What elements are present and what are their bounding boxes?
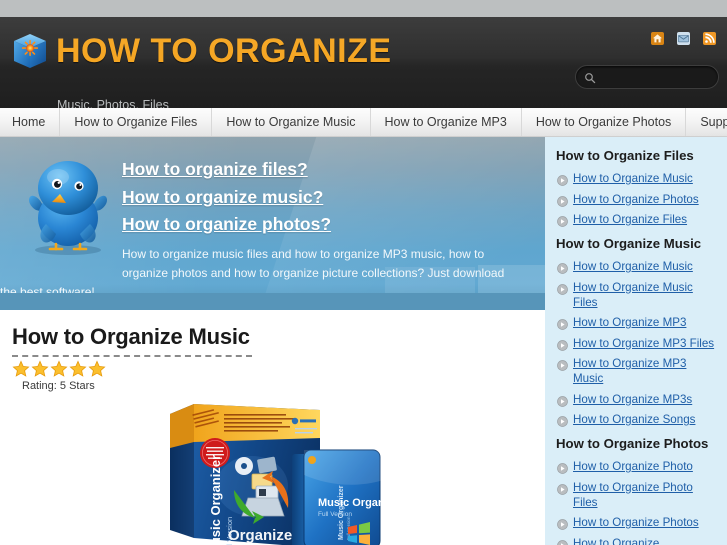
sidebar-heading-music: How to Organize Music (556, 236, 702, 251)
main-navigation: Home How to Organize Files How to Organi… (0, 108, 727, 137)
sidebar: How to Organize Files How to Organize Mu… (545, 137, 727, 545)
nav-item-support[interactable]: Support (686, 108, 727, 136)
arrow-circle-icon (557, 414, 568, 427)
main-content: How to Organize Music Rating: 5 Stars Mu… (0, 310, 545, 545)
rating-stars (12, 360, 106, 378)
arrow-circle-icon (557, 214, 568, 227)
star-icon (12, 360, 30, 378)
star-icon (69, 360, 87, 378)
arrow-circle-icon (557, 461, 568, 474)
sidebar-link-label: How to Organize Songs (573, 413, 696, 426)
arrow-circle-icon (557, 517, 568, 530)
arrow-circle-icon (557, 394, 568, 407)
sidebar-link-label: How to Organize MP3 Music (573, 357, 687, 385)
arrow-circle-icon (557, 358, 568, 371)
svg-text:Music Organizer: Music Organizer (208, 455, 223, 545)
home-icon[interactable] (651, 32, 664, 45)
nav-item-organize-mp3[interactable]: How to Organize MP3 (371, 108, 522, 136)
arrow-circle-icon (557, 261, 568, 274)
sidebar-item-music-2[interactable]: How to Organize MP3 (555, 315, 719, 330)
sidebar-link-label: How to Organize Photos (573, 516, 699, 529)
star-icon (50, 360, 68, 378)
sidebar-item-music-6[interactable]: How to Organize Songs (555, 412, 719, 427)
sidebar-link-label: How to Organize Files (573, 213, 688, 226)
site-header: HOW TO ORGANIZE Music, Photos, Files (0, 17, 727, 108)
sidebar-item-files-2[interactable]: How to Organize Files (555, 212, 719, 227)
sidebar-heading-photos: How to Organize Photos (556, 436, 709, 451)
page-title: How to Organize Music (12, 324, 250, 349)
rss-icon[interactable] (703, 32, 716, 45)
page-root: HOW TO ORGANIZE Music, Photos, Files Hom… (0, 0, 727, 545)
sidebar-item-music-3[interactable]: How to Organize MP3 Files (555, 336, 719, 351)
hero-bottom-bar (0, 293, 545, 310)
arrow-circle-icon (557, 538, 568, 545)
blue-bird-mascot (22, 152, 114, 258)
title-underline (12, 355, 252, 357)
svg-text:Music Organizer: Music Organizer (318, 497, 400, 509)
sidebar-item-photos-0[interactable]: How to Organize Photo (555, 459, 719, 474)
hero-link-list: How to organize files? How to organize m… (122, 156, 522, 239)
site-title: HOW TO ORGANIZE (56, 32, 392, 70)
nav-item-organize-photos[interactable]: How to Organize Photos (522, 108, 687, 136)
sidebar-heading-files: How to Organize Files (556, 148, 694, 163)
nav-item-organize-music[interactable]: How to Organize Music (212, 108, 371, 136)
sidebar-link-label: How to Organize Photo Files (573, 480, 693, 509)
svg-text:Full Version: Full Version (318, 511, 352, 518)
music-organizer-box-image: Music Organizer Full Version Organize Mu… (170, 404, 400, 545)
hero-description-line-1: How to organize music files and how to o… (122, 247, 485, 261)
nav-item-home[interactable]: Home (0, 108, 61, 136)
site-tagline: Music, Photos, Files (57, 98, 169, 108)
sidebar-item-files-0[interactable]: How to Organize Music (555, 171, 719, 186)
arrow-circle-icon (557, 194, 568, 207)
site-logo[interactable] (11, 30, 49, 72)
sidebar-item-music-0[interactable]: How to Organize Music (555, 259, 719, 274)
sidebar-item-photos-3[interactable]: How to Organize Photographs (555, 536, 719, 545)
sidebar-link-label: How to Organize Photographs (573, 536, 660, 545)
svg-text:Organize: Organize (228, 527, 292, 544)
blue-bird-mascot-icon (29, 161, 107, 255)
sidebar-link-label: How to Organize Music (573, 260, 693, 273)
sidebar-link-label: How to Organize Music Files (573, 280, 693, 309)
mail-icon[interactable] (677, 32, 690, 45)
hero-link-files[interactable]: How to organize files? (122, 156, 522, 184)
sidebar-item-files-1[interactable]: How to Organize Photos (555, 192, 719, 207)
sidebar-item-music-4[interactable]: How to Organize MP3 Music (555, 356, 719, 386)
header-icon-group (651, 32, 716, 45)
hero-banner: How to organize files? How to organize m… (0, 137, 545, 310)
rating-label: Rating: 5 Stars (22, 380, 95, 392)
arrow-circle-icon (557, 173, 568, 186)
star-icon (88, 360, 106, 378)
product-boxshot[interactable]: Music Organizer Full Version Organize Mu… (152, 398, 400, 545)
blue-cube-sun-logo-icon (14, 34, 46, 68)
search-input[interactable] (575, 65, 719, 89)
hero-link-photos[interactable]: How to organize photos? (122, 211, 522, 239)
sidebar-item-photos-1[interactable]: How to Organize Photo Files (555, 480, 719, 510)
arrow-circle-icon (557, 482, 568, 495)
search-box[interactable] (575, 65, 719, 89)
sidebar-link-label: How to Organize Photos (573, 192, 699, 206)
sidebar-link-label: How to Organize MP3 (573, 316, 687, 329)
hero-link-music[interactable]: How to organize music? (122, 184, 522, 212)
star-icon (31, 360, 49, 378)
sidebar-link-label: How to Organize MP3 Files (573, 336, 715, 350)
arrow-circle-icon (557, 317, 568, 330)
top-gray-strip (0, 0, 727, 17)
sidebar-item-music-5[interactable]: How to Organize MP3s (555, 392, 719, 407)
arrow-circle-icon (557, 338, 568, 351)
sidebar-link-label: How to Organize Music (573, 172, 693, 185)
sidebar-item-photos-2[interactable]: How to Organize Photos (555, 515, 719, 530)
sidebar-link-label: How to Organize MP3s (573, 392, 693, 406)
hero-description-line-2: organize photos and how to organize pict… (122, 266, 505, 280)
sidebar-item-music-1[interactable]: How to Organize Music Files (555, 280, 719, 310)
sidebar-link-label: How to Organize Photo (573, 460, 693, 473)
arrow-circle-icon (557, 282, 568, 295)
nav-item-organize-files[interactable]: How to Organize Files (60, 108, 213, 136)
